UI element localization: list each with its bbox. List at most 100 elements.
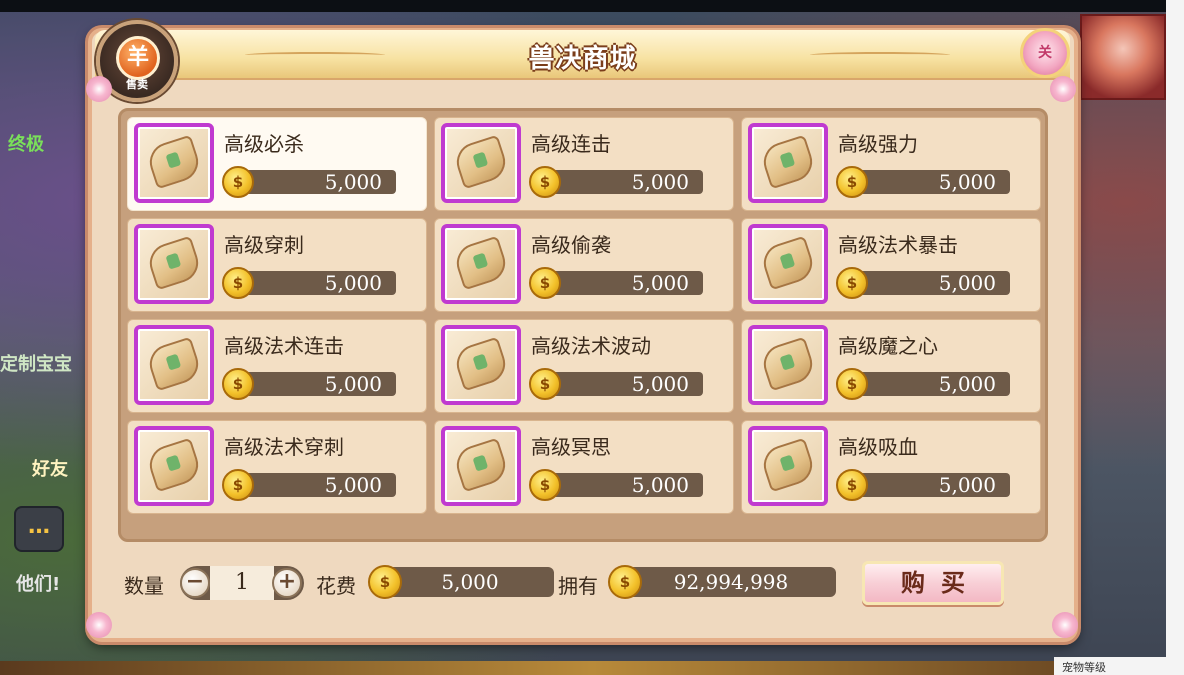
item-name: 高级强力	[838, 132, 918, 156]
gold-coin-icon: $	[836, 166, 868, 198]
item-grid: 高级必杀 5,000 $ 高级连击 5,000 $ 高级强力 5,000 $ 高级穿刺 5,000 $…	[127, 117, 1045, 514]
skill-book-icon	[748, 123, 828, 203]
item-name: 高级魔之心	[838, 334, 938, 358]
flower-decoration-icon	[86, 76, 112, 102]
shop-item-card[interactable]: 高级法术波动 5,000 $	[434, 319, 734, 413]
item-price: 5,000	[240, 372, 396, 396]
item-price: 5,000	[547, 271, 703, 295]
gold-coin-icon: $	[529, 166, 561, 198]
scroll-icon	[451, 336, 511, 392]
quantity-input[interactable]: 1	[210, 566, 274, 600]
shop-title: 兽决商城	[528, 44, 637, 74]
scene-text-1: 终极	[8, 134, 44, 155]
shop-item-card[interactable]: 高级偷袭 5,000 $	[434, 218, 734, 312]
shop-item-card[interactable]: 高级穿刺 5,000 $	[127, 218, 427, 312]
gold-coin-icon: $	[608, 565, 642, 599]
scroll-icon	[451, 235, 511, 291]
experience-bar	[0, 661, 1184, 675]
scroll-icon	[144, 437, 204, 493]
title-banner: 兽决商城	[95, 30, 1070, 80]
player-avatar[interactable]	[1080, 14, 1166, 100]
skill-book-icon	[748, 426, 828, 506]
sheep-coin-icon: 羊	[116, 36, 160, 80]
skill-book-icon	[134, 426, 214, 506]
scroll-icon	[144, 134, 204, 190]
flower-decoration-icon	[86, 612, 112, 638]
quantity-stepper[interactable]: − 1 +	[180, 566, 304, 600]
item-price: 5,000	[240, 473, 396, 497]
item-price: 5,000	[547, 473, 703, 497]
item-price: 5,000	[240, 271, 396, 295]
gold-coin-icon: $	[529, 368, 561, 400]
quantity-label: 数量	[124, 574, 164, 598]
scroll-icon	[144, 336, 204, 392]
skill-book-icon	[441, 325, 521, 405]
item-name: 高级冥思	[531, 435, 611, 459]
shop-item-card[interactable]: 高级吸血 5,000 $	[741, 420, 1041, 514]
gold-coin-icon: $	[836, 469, 868, 501]
item-name: 高级法术穿刺	[224, 435, 344, 459]
item-price: 5,000	[854, 473, 1010, 497]
scene-text-2: 定制宝宝	[0, 354, 72, 375]
gold-coin-icon: $	[368, 565, 402, 599]
item-name: 高级连击	[531, 132, 611, 156]
shop-item-card[interactable]: 高级魔之心 5,000 $	[741, 319, 1041, 413]
shop-item-card[interactable]: 高级必杀 5,000 $	[127, 117, 427, 211]
skill-book-icon	[441, 123, 521, 203]
item-name: 高级必杀	[224, 132, 304, 156]
shop-item-card[interactable]: 高级冥思 5,000 $	[434, 420, 734, 514]
skill-book-icon	[748, 224, 828, 304]
skill-book-icon	[134, 123, 214, 203]
chat-preview-text: 他们!	[16, 574, 61, 595]
scroll-icon	[758, 336, 818, 392]
owned-value: 92,994,998	[626, 567, 836, 597]
scroll-icon	[451, 437, 511, 493]
shop-item-card[interactable]: 高级连击 5,000 $	[434, 117, 734, 211]
scroll-icon	[758, 134, 818, 190]
item-price: 5,000	[854, 372, 1010, 396]
gold-coin-icon: $	[836, 368, 868, 400]
item-name: 高级法术波动	[531, 334, 651, 358]
gold-coin-icon: $	[222, 368, 254, 400]
gold-coin-icon: $	[836, 267, 868, 299]
gold-coin-icon: $	[222, 469, 254, 501]
gold-coin-icon: $	[222, 267, 254, 299]
shop-item-card[interactable]: 高级法术连击 5,000 $	[127, 319, 427, 413]
skill-book-icon	[134, 325, 214, 405]
item-name: 高级法术暴击	[838, 233, 958, 257]
item-name: 高级吸血	[838, 435, 918, 459]
minus-button[interactable]: −	[180, 568, 210, 598]
cost-value: 5,000	[386, 567, 554, 597]
item-price: 5,000	[854, 170, 1010, 194]
gold-coin-icon: $	[529, 267, 561, 299]
shop-item-card[interactable]: 高级法术暴击 5,000 $	[741, 218, 1041, 312]
plus-button[interactable]: +	[272, 568, 302, 598]
cost-label: 花费	[316, 574, 356, 598]
item-price: 5,000	[547, 170, 703, 194]
skill-book-icon	[748, 325, 828, 405]
scroll-icon	[144, 235, 204, 291]
close-button[interactable]: 关	[1020, 28, 1070, 78]
top-system-bar	[0, 0, 1184, 12]
friends-label[interactable]: 好友	[32, 455, 68, 481]
item-price: 5,000	[240, 170, 396, 194]
skill-book-icon	[441, 224, 521, 304]
chat-icon[interactable]	[14, 506, 64, 552]
right-side-strip	[1166, 0, 1184, 675]
buy-button[interactable]: 购买	[862, 561, 1004, 605]
owned-label: 拥有	[558, 574, 598, 598]
flower-decoration-icon	[1050, 76, 1076, 102]
flower-decoration-icon	[1052, 612, 1078, 638]
gold-coin-icon: $	[222, 166, 254, 198]
item-name: 高级偷袭	[531, 233, 611, 257]
skill-book-icon	[441, 426, 521, 506]
item-price: 5,000	[854, 271, 1010, 295]
shop-item-card[interactable]: 高级强力 5,000 $	[741, 117, 1041, 211]
shop-item-card[interactable]: 高级法术穿刺 5,000 $	[127, 420, 427, 514]
scroll-icon	[758, 437, 818, 493]
gold-coin-icon: $	[529, 469, 561, 501]
item-price: 5,000	[547, 372, 703, 396]
bottom-right-label: 宠物等级	[1054, 657, 1184, 675]
scroll-icon	[451, 134, 511, 190]
item-list-panel[interactable]: 高级必杀 5,000 $ 高级连击 5,000 $ 高级强力 5,000 $ 高级穿刺 5,000 $…	[118, 108, 1048, 542]
